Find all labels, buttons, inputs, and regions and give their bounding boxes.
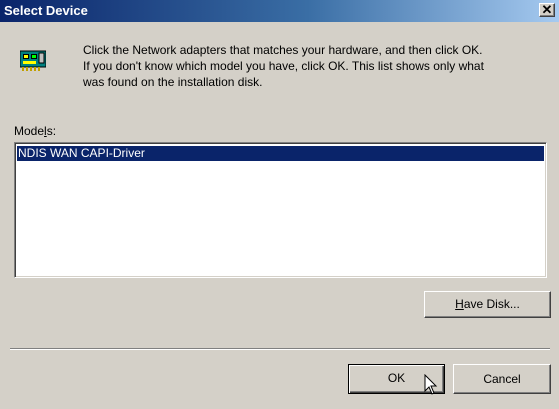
models-label-post: s: bbox=[46, 124, 57, 138]
list-item[interactable]: NDIS WAN CAPI-Driver bbox=[17, 146, 544, 161]
divider bbox=[10, 348, 550, 350]
title-bar[interactable]: Select Device ✕ bbox=[0, 0, 559, 22]
instruction-line-3: was found on the installation disk. bbox=[83, 75, 263, 89]
window-title: Select Device bbox=[4, 3, 88, 18]
instruction-line-1: Click the Network adapters that matches … bbox=[83, 43, 483, 57]
models-listbox[interactable]: NDIS WAN CAPI-Driver bbox=[14, 142, 547, 278]
models-label: Models: bbox=[14, 124, 56, 138]
have-disk-button[interactable]: Have Disk... bbox=[424, 291, 551, 318]
network-card-icon bbox=[20, 50, 46, 71]
cancel-label: Cancel bbox=[483, 372, 521, 386]
close-icon: ✕ bbox=[541, 2, 553, 17]
cancel-button[interactable]: Cancel bbox=[453, 364, 551, 394]
close-button[interactable]: ✕ bbox=[539, 2, 555, 17]
instruction-text: Click the Network adapters that matches … bbox=[83, 42, 549, 90]
mouse-pointer-icon bbox=[424, 374, 438, 395]
select-device-dialog: Select Device ✕ Click the Network adapte… bbox=[0, 0, 559, 409]
have-disk-label: ave Disk... bbox=[463, 297, 520, 311]
instruction-line-2: If you don't know which model you have, … bbox=[83, 59, 484, 73]
have-disk-mnemonic: H bbox=[455, 297, 464, 311]
ok-label: OK bbox=[387, 371, 406, 385]
models-label-pre: Mode bbox=[14, 124, 45, 138]
